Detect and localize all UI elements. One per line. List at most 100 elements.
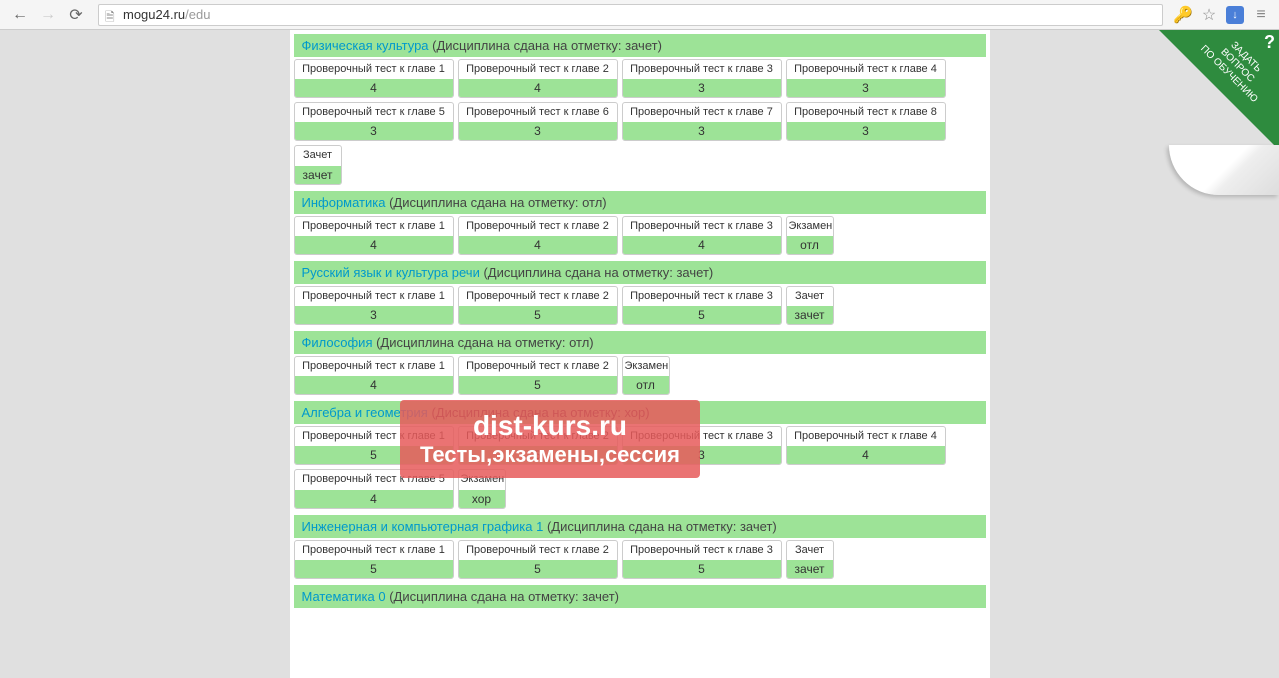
test-card[interactable]: Проверочный тест к главе 54 bbox=[294, 469, 454, 508]
test-card[interactable]: Зачетзачет bbox=[786, 286, 834, 325]
back-button[interactable]: ← bbox=[8, 3, 32, 27]
help-corner-badge[interactable]: ? ЗАДАТЬ ВОПРОС ПО ОБУЧЕНИЮ bbox=[1159, 30, 1279, 150]
discipline-status: (Дисциплина сдана на отметку: зачет) bbox=[386, 589, 619, 604]
content-area: Физическая культура (Дисциплина сдана на… bbox=[0, 30, 1279, 678]
test-card[interactable]: Проверочный тест к главе 53 bbox=[294, 102, 454, 141]
test-name: Зачет bbox=[787, 541, 833, 560]
test-card[interactable]: Проверочный тест к главе 73 bbox=[622, 102, 782, 141]
test-score: 3 bbox=[295, 122, 453, 140]
test-name: Проверочный тест к главе 1 bbox=[295, 217, 453, 236]
test-score: 4 bbox=[295, 376, 453, 394]
test-score: хор bbox=[459, 490, 505, 508]
test-name: Зачет bbox=[787, 287, 833, 306]
test-score: 3 bbox=[623, 79, 781, 97]
test-card[interactable]: Экзаменотл bbox=[622, 356, 670, 395]
test-score: отл bbox=[787, 236, 833, 254]
test-card[interactable]: Экзаменхор bbox=[458, 469, 506, 508]
test-card[interactable]: Проверочный тест к главе 63 bbox=[458, 102, 618, 141]
tests-row: Проверочный тест к главе 14Проверочный т… bbox=[294, 216, 986, 255]
discipline-link[interactable]: Инженерная и компьютерная графика 1 bbox=[302, 519, 544, 534]
test-name: Зачет bbox=[295, 146, 341, 165]
test-card[interactable]: Проверочный тест к главе 44 bbox=[786, 426, 946, 465]
test-card[interactable]: Проверочный тест к главе 14 bbox=[294, 216, 454, 255]
test-name: Проверочный тест к главе 6 bbox=[459, 103, 617, 122]
test-card[interactable]: Проверочный тест к главе 33 bbox=[622, 59, 782, 98]
discipline-header: Философия (Дисциплина сдана на отметку: … bbox=[294, 331, 986, 354]
key-icon[interactable]: 🔑 bbox=[1173, 5, 1193, 25]
test-name: Экзамен bbox=[787, 217, 833, 236]
test-card[interactable]: Проверочный тест к главе 43 bbox=[786, 59, 946, 98]
test-card[interactable]: Проверочный тест к главе 14 bbox=[294, 59, 454, 98]
test-card[interactable]: Проверочный тест к главе 24 bbox=[458, 59, 618, 98]
test-card[interactable]: Проверочный тест к главе 25 bbox=[458, 540, 618, 579]
test-card[interactable]: Проверочный тест к главе 14 bbox=[294, 356, 454, 395]
tests-row: Проверочный тест к главе 14Проверочный т… bbox=[294, 59, 986, 185]
help-question-mark: ? bbox=[1264, 32, 1275, 53]
test-card[interactable]: Проверочный тест к главе 35 bbox=[622, 540, 782, 579]
test-name: Проверочный тест к главе 2 bbox=[459, 217, 617, 236]
test-card[interactable]: Проверочный тест к главе 13 bbox=[294, 286, 454, 325]
test-card[interactable]: Проверочный тест к главе 25 bbox=[458, 286, 618, 325]
test-score: 3 bbox=[623, 446, 781, 464]
discipline-link[interactable]: Философия bbox=[302, 335, 373, 350]
test-name: Проверочный тест к главе 4 bbox=[787, 60, 945, 79]
test-score: 3 bbox=[787, 79, 945, 97]
reload-button[interactable]: ⟳ bbox=[64, 3, 88, 27]
test-card[interactable]: Проверочный тест к главе 15 bbox=[294, 540, 454, 579]
discipline-status: (Дисциплина сдана на отметку: отл) bbox=[372, 335, 593, 350]
test-name: Проверочный тест к главе 5 bbox=[295, 470, 453, 489]
download-icon[interactable]: ↓ bbox=[1225, 5, 1245, 25]
test-score: 4 bbox=[295, 79, 453, 97]
test-card[interactable]: Проверочный тест к главе 33 bbox=[622, 426, 782, 465]
discipline-link[interactable]: Информатика bbox=[302, 195, 386, 210]
test-card[interactable]: Зачетзачет bbox=[294, 145, 342, 184]
test-score: зачет bbox=[295, 166, 341, 184]
test-score: 5 bbox=[295, 560, 453, 578]
test-score: 5 bbox=[459, 446, 617, 464]
tests-row: Проверочный тест к главе 15Проверочный т… bbox=[294, 426, 986, 508]
test-card[interactable]: Проверочный тест к главе 25 bbox=[458, 356, 618, 395]
discipline-status: (Дисциплина сдана на отметку: зачет) bbox=[429, 38, 662, 53]
discipline-link[interactable]: Физическая культура bbox=[302, 38, 429, 53]
test-score: 5 bbox=[459, 560, 617, 578]
test-name: Проверочный тест к главе 2 bbox=[459, 427, 617, 446]
test-score: 5 bbox=[623, 306, 781, 324]
test-score: 5 bbox=[459, 306, 617, 324]
discipline-status: (Дисциплина сдана на отметку: хор) bbox=[428, 405, 650, 420]
forward-button[interactable]: → bbox=[36, 3, 60, 27]
discipline-link[interactable]: Русский язык и культура речи bbox=[302, 265, 480, 280]
test-card[interactable]: Экзаменотл bbox=[786, 216, 834, 255]
test-name: Проверочный тест к главе 2 bbox=[459, 60, 617, 79]
test-card[interactable]: Зачетзачет bbox=[786, 540, 834, 579]
test-name: Проверочный тест к главе 3 bbox=[623, 541, 781, 560]
test-score: 4 bbox=[459, 236, 617, 254]
address-bar[interactable]: 🗎 mogu24.ru/edu bbox=[98, 4, 1163, 26]
test-card[interactable]: Проверочный тест к главе 15 bbox=[294, 426, 454, 465]
discipline-status: (Дисциплина сдана на отметку: зачет) bbox=[543, 519, 776, 534]
bookmark-icon[interactable]: ☆ bbox=[1199, 5, 1219, 25]
test-score: зачет bbox=[787, 306, 833, 324]
test-card[interactable]: Проверочный тест к главе 24 bbox=[458, 216, 618, 255]
test-score: 4 bbox=[623, 236, 781, 254]
test-card[interactable]: Проверочный тест к главе 25 bbox=[458, 426, 618, 465]
test-name: Проверочный тест к главе 8 bbox=[787, 103, 945, 122]
test-name: Проверочный тест к главе 2 bbox=[459, 541, 617, 560]
test-card[interactable]: Проверочный тест к главе 34 bbox=[622, 216, 782, 255]
test-card[interactable]: Проверочный тест к главе 35 bbox=[622, 286, 782, 325]
discipline-link[interactable]: Математика 0 bbox=[302, 589, 386, 604]
test-name: Проверочный тест к главе 2 bbox=[459, 287, 617, 306]
test-score: 5 bbox=[295, 446, 453, 464]
test-name: Проверочный тест к главе 3 bbox=[623, 60, 781, 79]
test-score: 4 bbox=[295, 490, 453, 508]
test-name: Проверочный тест к главе 1 bbox=[295, 287, 453, 306]
test-score: 3 bbox=[787, 122, 945, 140]
menu-icon[interactable]: ≡ bbox=[1251, 5, 1271, 25]
test-name: Проверочный тест к главе 1 bbox=[295, 427, 453, 446]
test-name: Проверочный тест к главе 1 bbox=[295, 357, 453, 376]
test-score: 4 bbox=[787, 446, 945, 464]
test-card[interactable]: Проверочный тест к главе 83 bbox=[786, 102, 946, 141]
test-name: Экзамен bbox=[623, 357, 669, 376]
discipline-header: Русский язык и культура речи (Дисциплина… bbox=[294, 261, 986, 284]
test-score: 3 bbox=[459, 122, 617, 140]
discipline-link[interactable]: Алгебра и геометрия bbox=[302, 405, 428, 420]
